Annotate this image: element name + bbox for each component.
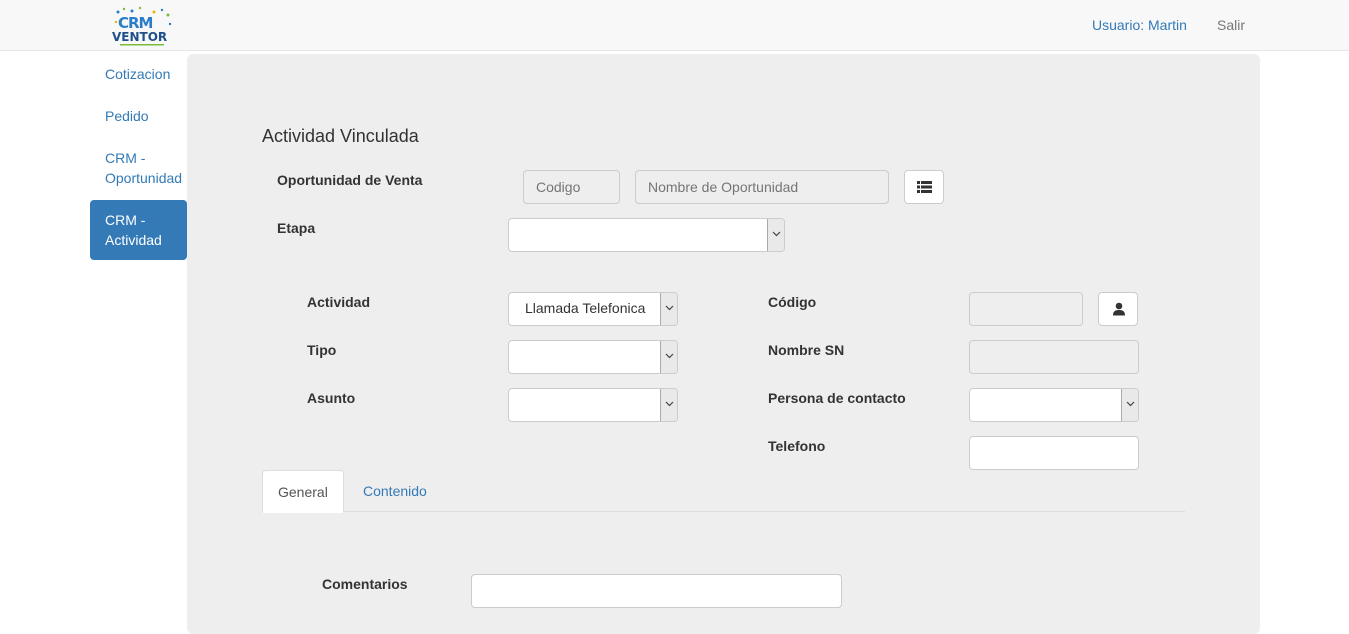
logout-link[interactable]: Salir (1217, 17, 1245, 33)
actividad-select[interactable]: Llamada Telefonica (508, 292, 678, 326)
sidebar-item-pedido[interactable]: Pedido (90, 106, 187, 126)
select-business-partner-button[interactable] (1098, 292, 1138, 326)
crm-ventor-logo[interactable]: CRM VENTOR (110, 6, 174, 48)
chevron-down-icon (660, 341, 677, 373)
oportunidad-codigo-input[interactable] (523, 170, 620, 204)
comentarios-input[interactable] (471, 574, 842, 608)
telefono-label: Telefono (768, 438, 826, 454)
page-title: Actividad Vinculada (262, 126, 419, 146)
list-icon (917, 181, 932, 193)
chevron-down-icon (660, 293, 677, 325)
chevron-down-icon (767, 219, 784, 251)
sidebar-item-crm-actividad[interactable]: CRM - Actividad (90, 200, 187, 260)
etapa-select[interactable] (508, 218, 785, 252)
tab-general[interactable]: General (262, 470, 344, 513)
logo-text-ventor: VENTOR (112, 30, 168, 44)
sidebar-item-cotizacion[interactable]: Cotizacion (90, 64, 187, 84)
persona-contacto-label: Persona de contacto (768, 390, 906, 406)
chevron-down-icon (660, 389, 677, 421)
detail-tabs: General Contenido (262, 470, 1185, 513)
chevron-down-icon (1121, 389, 1138, 421)
sidebar-item-crm-oportunidad[interactable]: CRM - Oportunidad (90, 148, 190, 188)
user-icon (1113, 302, 1125, 316)
tipo-select[interactable] (508, 340, 678, 374)
actividad-value: Llamada Telefonica (525, 300, 646, 316)
actividad-label: Actividad (307, 294, 371, 310)
asunto-label: Asunto (307, 390, 356, 406)
tab-contenido[interactable]: Contenido (348, 470, 442, 512)
oportunidad-list-button[interactable] (904, 170, 944, 204)
asunto-select[interactable] (508, 388, 678, 422)
telefono-input[interactable] (969, 436, 1139, 470)
nombre-sn-input[interactable] (969, 340, 1139, 374)
oportunidad-label: Oportunidad de Venta (277, 172, 423, 188)
nombre-sn-label: Nombre SN (768, 342, 845, 358)
etapa-label: Etapa (277, 220, 316, 236)
codigo-sn-input[interactable] (969, 292, 1083, 326)
persona-contacto-select[interactable] (969, 388, 1139, 422)
top-navbar: CRM VENTOR Usuario: Martin Salir (0, 0, 1349, 51)
tipo-label: Tipo (307, 342, 337, 358)
codigo-sn-label: Código (768, 294, 817, 310)
user-link[interactable]: Usuario: Martin (1092, 17, 1187, 33)
comentarios-label: Comentarios (322, 576, 408, 592)
oportunidad-nombre-input[interactable] (635, 170, 889, 204)
